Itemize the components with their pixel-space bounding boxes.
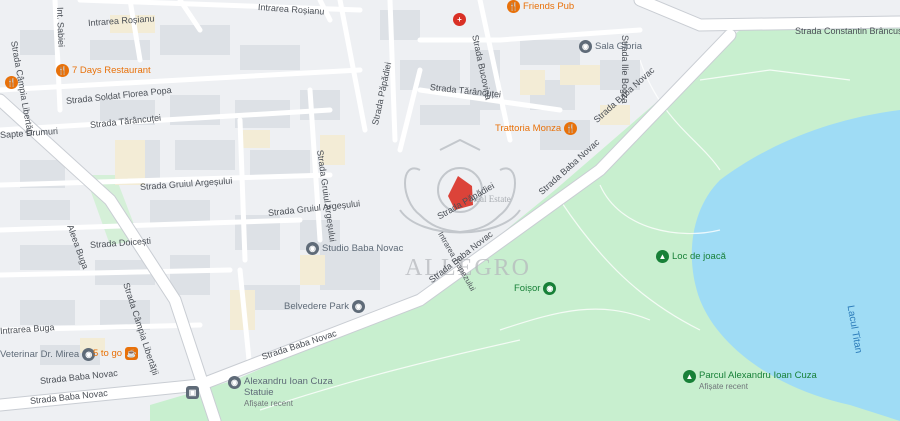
poi-label: Parcul Alexandru Ioan Cuza <box>699 370 817 381</box>
poi-restaurant-west[interactable]: 🍴 <box>5 76 18 89</box>
poi-sublabel: Afișate recent <box>244 399 293 408</box>
poi-label: 7 Days Restaurant <box>72 65 151 76</box>
poi-hospital[interactable]: + <box>453 13 466 26</box>
park-icon: ◉ <box>543 282 557 295</box>
poi-label: Foișor <box>514 283 541 294</box>
restaurant-icon: 🍴 <box>564 122 578 135</box>
poi-label: Loc de joacă <box>672 251 726 262</box>
place-icon: ◉ <box>351 300 365 313</box>
place-icon: ◉ <box>579 40 592 53</box>
bus-stop-icon: ▣ <box>186 386 199 399</box>
poi-parcul-alexandru-ioan-cuza[interactable]: ▲ Parcul Alexandru Ioan Cuza Afișate rece… <box>683 370 817 392</box>
poi-trattoria-monza[interactable]: Trattoria Monza 🍴 <box>495 122 578 135</box>
poi-label: Veterinar Dr. Mirea <box>0 349 80 360</box>
park-icon: ▲ <box>683 370 696 383</box>
map-canvas[interactable]: ALLEGRO Real Estate Intrarea Roșianu Int… <box>0 0 900 421</box>
hospital-icon: + <box>453 13 466 26</box>
poi-studio-baba-novac[interactable]: ◉ Studio Baba Novac <box>306 242 403 255</box>
restaurant-icon: 🍴 <box>5 76 18 89</box>
poi-label: Friends Pub <box>523 1 575 12</box>
poi-label: Trattoria Monza <box>495 123 562 134</box>
poi-label: Studio Baba Novac <box>322 243 404 254</box>
poi-veterinar-dr-mirea[interactable]: Veterinar Dr. Mirea ◉ <box>0 348 96 361</box>
place-icon: ◉ <box>306 242 319 255</box>
poi-friends-pub[interactable]: 🍴 Friends Pub <box>507 0 574 13</box>
poi-belvedere-park[interactable]: Belvedere Park ◉ <box>284 300 365 313</box>
restaurant-icon: 🍴 <box>507 0 520 13</box>
street-label: Strada Constantin Brâncuși <box>795 26 900 36</box>
street-label: Int. Sabiei <box>55 6 67 48</box>
poi-5-to-go[interactable]: 5 to go ☕ <box>93 347 139 360</box>
poi-sublabel: Afișate recent <box>699 382 748 391</box>
poi-label: Sala Gloria <box>595 41 642 52</box>
place-icon: ◉ <box>228 376 241 389</box>
restaurant-icon: 🍴 <box>56 64 69 77</box>
poi-7-days-restaurant[interactable]: 🍴 7 Days Restaurant <box>56 64 151 77</box>
poi-sala-gloria[interactable]: ◉ Sala Gloria <box>579 40 642 53</box>
poi-label: Belvedere Park <box>284 301 349 312</box>
poi-alexandru-ioan-cuza-statuie[interactable]: ◉ Alexandru Ioan Cuza Statuie Afișate rec… <box>228 376 354 409</box>
park-icon: ▲ <box>656 250 669 263</box>
poi-label: 5 to go <box>93 348 123 359</box>
poi-bus-stop[interactable]: ▣ <box>186 386 199 399</box>
cafe-icon: ☕ <box>125 347 139 360</box>
poi-label: Alexandru Ioan Cuza Statuie <box>244 376 333 398</box>
poi-loc-de-joaca[interactable]: ▲ Loc de joacă <box>656 250 726 263</box>
poi-foisor[interactable]: Foișor ◉ <box>514 282 557 295</box>
